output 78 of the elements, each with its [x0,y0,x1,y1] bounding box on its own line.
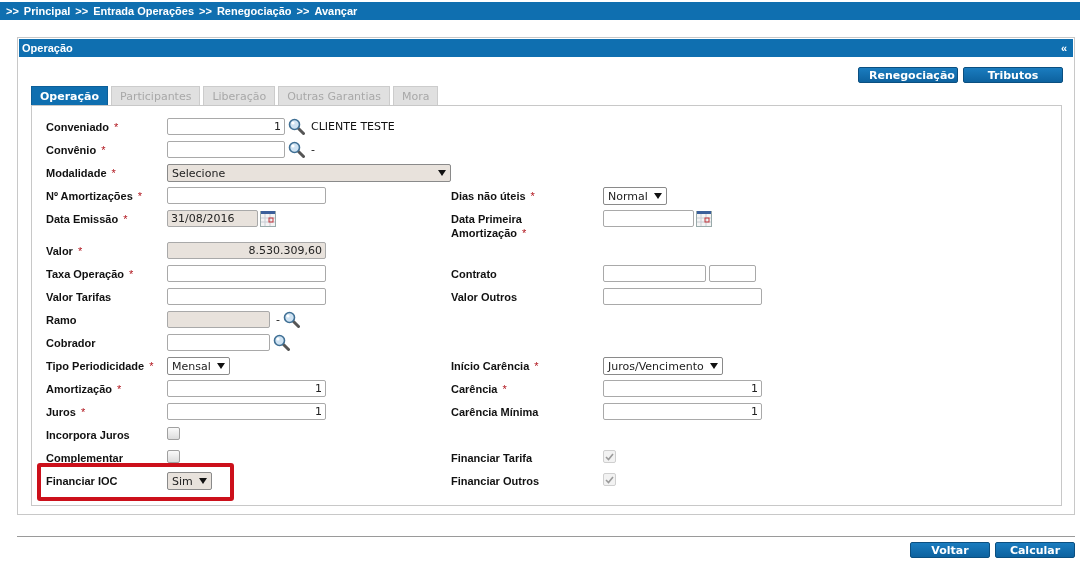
field-label: Valor Tarifas [46,291,112,303]
readonly-field[interactable] [167,311,270,328]
input-field[interactable] [603,265,706,282]
field-label: Carência * [451,383,507,395]
dropdown[interactable]: Juros/Vencimento [603,357,723,375]
input-field[interactable]: 1 [603,380,762,397]
footer-button[interactable]: Voltar [910,542,990,558]
field-label: Valor * [46,245,83,257]
breadcrumb-link[interactable]: Avançar [314,5,358,17]
input-field[interactable] [167,288,326,305]
dropdown[interactable]: Mensal [167,357,230,375]
dropdown[interactable]: Selecione [167,164,451,182]
dropdown[interactable]: Normal [603,187,667,205]
input-field[interactable]: 1 [167,380,326,397]
input-field[interactable] [167,187,326,204]
caret-icon [438,170,446,176]
search-icon[interactable] [288,118,305,135]
field-label: Cobrador [46,337,96,349]
input-field[interactable] [603,288,762,305]
breadcrumb-link[interactable]: Principal [23,5,71,17]
search-icon[interactable] [283,311,300,328]
field-label: Juros * [46,406,86,418]
field-label: Complementar [46,452,124,464]
breadcrumb-separator: >> [296,5,310,17]
field-label: Financiar IOC [46,475,118,487]
action-button[interactable]: Renegociação [858,67,958,83]
readonly-field[interactable]: 8.530.309,60 [167,242,326,259]
field-label: Incorpora Juros [46,429,130,441]
field-label: Data Emissão * [46,213,128,225]
input-field[interactable]: 1 [603,403,762,420]
field-note: - [310,142,315,156]
checkbox[interactable] [167,450,180,463]
input-field[interactable] [167,334,270,351]
collapse-button[interactable]: « [1060,42,1067,54]
calendar-icon[interactable] [260,210,276,227]
readonly-field[interactable]: 31/08/2016 [167,210,258,227]
caret-icon [198,478,207,484]
tab[interactable]: Operação [31,86,109,105]
field-label: Contrato [451,268,497,280]
field-note: - [275,312,280,326]
breadcrumb-link[interactable]: Renegociação [216,5,292,17]
field-label: Tipo Periodicidade * [46,360,154,372]
field-label: Dias não úteis * [451,190,535,202]
field-label: Início Carência * [451,360,539,372]
input-field[interactable] [603,210,694,227]
caret-icon [653,193,662,199]
field-label: Nº Amortizações * [46,190,143,202]
search-icon[interactable] [288,141,305,158]
calendar-icon[interactable] [696,210,712,227]
breadcrumb-link[interactable]: Entrada Operações [93,5,195,17]
breadcrumb-separator: >> [199,5,212,17]
input-field[interactable] [709,265,756,282]
field-label: Valor Outros [451,291,518,303]
field-label: Data Primeira Amortização * [451,213,527,239]
input-field[interactable]: 1 [167,118,285,135]
field-label: Conveniado * [46,121,119,133]
field-label: Financiar Tarifa [451,452,533,464]
breadcrumb-separator: >> [75,5,89,17]
input-field[interactable]: 1 [167,403,326,420]
caret-icon [709,363,718,369]
input-field[interactable] [167,265,326,282]
breadcrumb-separator: >> [6,5,19,17]
panel-title: Operação [22,42,73,54]
field-label: Modalidade * [46,167,116,179]
field-label: Convênio * [46,144,106,156]
field-label: Amortização * [46,383,122,395]
action-button[interactable]: Tributos [963,67,1063,83]
field-note: CLIENTE TESTE [310,119,395,133]
dropdown[interactable]: Sim [167,472,212,490]
field-label: Ramo [46,314,77,326]
input-field[interactable] [167,141,285,158]
field-label: Carência Mínima [451,406,539,418]
checkbox[interactable] [167,427,180,440]
footer-button[interactable]: Calcular [995,542,1075,558]
search-icon[interactable] [273,334,290,351]
field-label: Taxa Operação * [46,268,134,280]
caret-icon [216,363,225,369]
field-label: Financiar Outros [451,475,540,487]
